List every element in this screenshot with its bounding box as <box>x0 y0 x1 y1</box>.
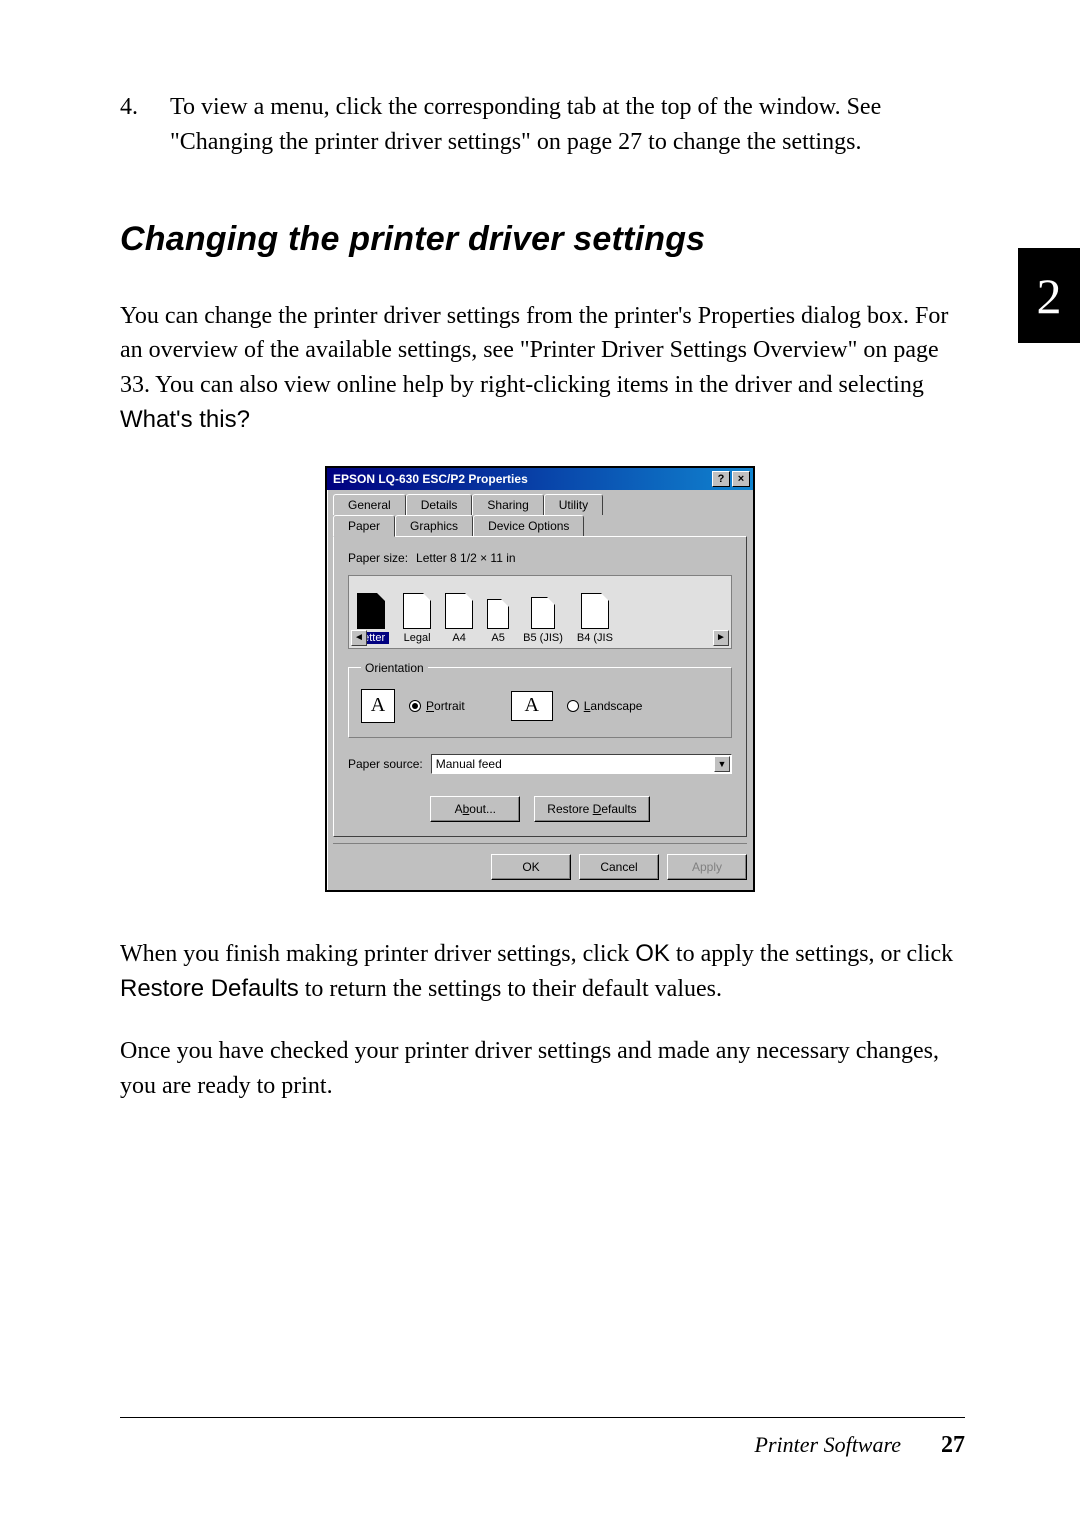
scroll-right-button[interactable]: ► <box>713 630 729 646</box>
tab-graphics[interactable]: Graphics <box>395 515 473 536</box>
tab-sharing[interactable]: Sharing <box>472 494 543 515</box>
restore-defaults-button[interactable]: Restore Defaults <box>534 796 649 822</box>
titlebar-close-button[interactable]: × <box>732 471 750 487</box>
chevron-down-icon[interactable]: ▼ <box>714 756 730 772</box>
dialog-titlebar: EPSON LQ-630 ESC/P2 Properties ? × <box>327 468 753 490</box>
paper-option-legal[interactable]: Legal <box>403 593 431 644</box>
tab-utility[interactable]: Utility <box>544 494 603 515</box>
footer-page-number: 27 <box>941 1432 965 1459</box>
footer-title: Printer Software <box>755 1432 901 1458</box>
paper-source-label: Paper source: <box>348 757 423 771</box>
restore-defaults-text: Restore Defaults <box>120 975 299 1002</box>
intro-paragraph: You can change the printer driver settin… <box>120 299 960 438</box>
properties-dialog: EPSON LQ-630 ESC/P2 Properties ? × Gener… <box>325 466 755 892</box>
dialog-button-bar: OK Cancel Apply <box>333 843 747 880</box>
portrait-icon: A <box>361 689 395 723</box>
radio-dot-icon <box>567 700 579 712</box>
tab-paper[interactable]: Paper <box>333 515 395 537</box>
apply-button[interactable]: Apply <box>667 854 747 880</box>
page-footer: Printer Software 27 <box>120 1417 965 1459</box>
portrait-radio[interactable]: Portrait <box>409 699 465 713</box>
paper-source-dropdown[interactable]: Manual feed ▼ <box>431 754 732 774</box>
paper-option-a4[interactable]: A4 <box>445 593 473 644</box>
paper-option-a5[interactable]: A5 <box>487 599 509 644</box>
tab-details[interactable]: Details <box>406 494 473 515</box>
tab-device-options[interactable]: Device Options <box>473 515 584 536</box>
step-text: To view a menu, click the corresponding … <box>170 90 960 160</box>
about-button[interactable]: About... <box>430 796 520 822</box>
ok-text: OK <box>635 940 670 967</box>
ok-button[interactable]: OK <box>491 854 571 880</box>
landscape-radio[interactable]: Landscape <box>567 699 643 713</box>
paper-option-b4[interactable]: B4 (JIS <box>577 593 613 644</box>
outro-paragraph-1: When you finish making printer driver se… <box>120 937 960 1007</box>
paper-size-label: Paper size: <box>348 551 408 565</box>
radio-dot-icon <box>409 700 421 712</box>
dialog-title: EPSON LQ-630 ESC/P2 Properties <box>333 472 528 486</box>
step-number: 4. <box>120 90 170 160</box>
dialog-body: Paper size: Letter 8 1/2 × 11 in Letter … <box>333 536 747 837</box>
scroll-left-button[interactable]: ◄ <box>351 630 367 646</box>
step-4: 4. To view a menu, click the correspondi… <box>120 90 960 160</box>
paper-size-selector[interactable]: Letter Legal A4 A5 <box>348 575 732 649</box>
orientation-group: Orientation A Portrait A Landscape <box>348 661 732 738</box>
section-heading: Changing the printer driver settings <box>120 220 960 259</box>
paper-option-b5[interactable]: B5 (JIS) <box>523 597 563 644</box>
paper-source-value: Manual feed <box>436 757 502 771</box>
outro-paragraph-2: Once you have checked your printer drive… <box>120 1034 960 1104</box>
paper-size-value: Letter 8 1/2 × 11 in <box>416 551 516 565</box>
tab-general[interactable]: General <box>333 494 406 515</box>
intro-text: You can change the printer driver settin… <box>120 303 948 399</box>
cancel-button[interactable]: Cancel <box>579 854 659 880</box>
titlebar-help-button[interactable]: ? <box>712 471 730 487</box>
whats-this-text: What's this? <box>120 406 250 433</box>
orientation-legend: Orientation <box>361 661 428 675</box>
landscape-icon: A <box>511 691 553 721</box>
